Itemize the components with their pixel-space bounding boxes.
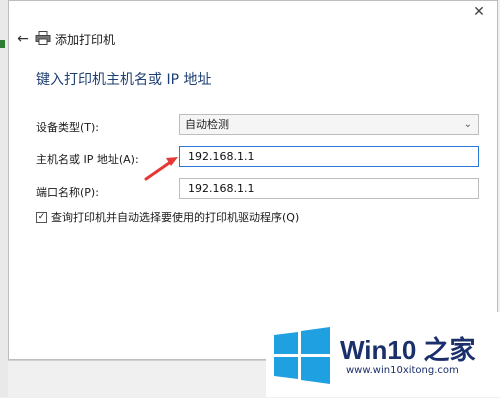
device-type-value: 自动检测: [185, 118, 229, 131]
port-name-label: 端口名称(P):: [36, 186, 99, 199]
watermark-brand: Win10 之家: [340, 335, 476, 365]
dialog-title: 添加打印机: [55, 33, 116, 47]
printer-icon: [35, 31, 51, 45]
watermark-url: www.win10xitong.com: [346, 365, 459, 376]
hostname-label: 主机名或 IP 地址(A):: [36, 153, 139, 166]
query-printer-label: 查询打印机并自动选择要使用的打印机驱动程序(Q): [51, 211, 300, 224]
query-printer-option[interactable]: ✓ 查询打印机并自动选择要使用的打印机驱动程序(Q): [36, 209, 299, 225]
device-type-select[interactable]: 自动检测 ⌄: [179, 114, 479, 135]
query-printer-checkbox[interactable]: ✓: [36, 211, 47, 223]
device-type-label: 设备类型(T):: [36, 121, 100, 134]
port-name-input[interactable]: 192.168.1.1: [179, 178, 479, 199]
chevron-down-icon: ⌄: [463, 119, 472, 130]
dialog-header: ← 添加打印机: [9, 25, 497, 53]
hostname-input[interactable]: 192.168.1.1: [179, 146, 479, 167]
windows-logo-icon: [274, 327, 330, 384]
close-button[interactable]: ✕: [469, 3, 489, 21]
back-button[interactable]: ←: [13, 29, 33, 49]
page-title: 键入打印机主机名或 IP 地址: [36, 72, 212, 88]
add-printer-dialog: ✕ ← 添加打印机 键入打印机主机名或 IP 地址 设备类型(T): 自动检测 …: [8, 0, 498, 360]
background-mark: [0, 40, 5, 48]
